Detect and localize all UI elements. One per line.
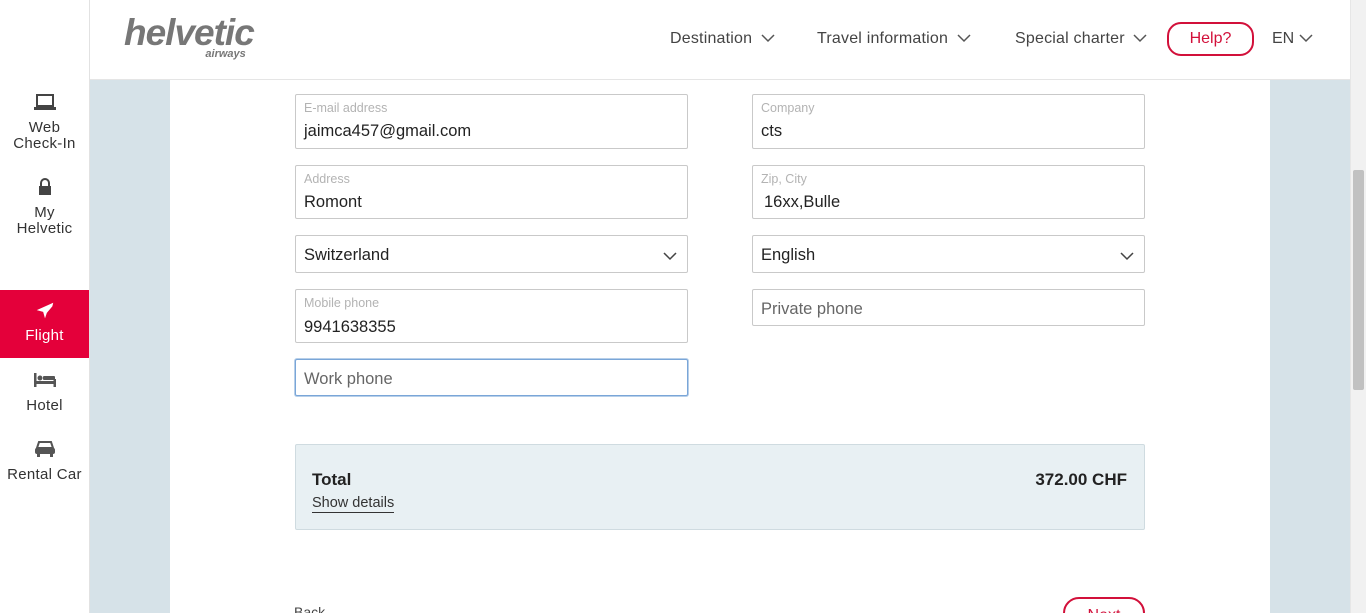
lock-icon <box>0 177 89 197</box>
total-summary: Total 372.00 CHF Show details <box>295 444 1145 530</box>
select-value: English <box>761 246 816 264</box>
field-label: E-mail address <box>304 101 388 115</box>
nav-label: Special charter <box>1015 30 1125 48</box>
nav-label: Travel information <box>817 30 949 48</box>
field-value: cts <box>761 122 783 140</box>
zip-city-field[interactable]: Zip, City 16xx,Bulle <box>752 165 1145 219</box>
field-placeholder: Private phone <box>761 300 863 318</box>
field-value: jaimca457@gmail.com <box>304 122 472 140</box>
work-phone-field[interactable]: Work phone <box>295 359 688 396</box>
total-amount: 372.00 CHF <box>1035 470 1127 489</box>
sidebar-item-label: Check-In <box>13 135 76 152</box>
field-label: Zip, City <box>761 172 807 186</box>
nav-destination[interactable]: Destination <box>670 30 775 48</box>
next-button[interactable]: Next <box>1063 597 1145 613</box>
sidebar-item-label: Hotel <box>26 397 63 414</box>
sidebar-item-label: Helvetic <box>16 220 73 237</box>
plane-icon <box>0 300 89 320</box>
chevron-down-icon <box>1120 248 1134 266</box>
chevron-down-icon <box>663 248 677 266</box>
chevron-down-icon <box>761 30 775 48</box>
field-value: 16xx,Bulle <box>764 193 841 211</box>
language-label: EN <box>1272 30 1295 47</box>
sidebar-item-label: Rental Car <box>7 466 82 483</box>
show-details-link[interactable]: Show details <box>312 495 395 513</box>
sidebar-item-my-helvetic[interactable]: My Helvetic <box>0 177 89 237</box>
field-label: Company <box>761 101 815 115</box>
nav-label: Destination <box>670 30 753 48</box>
logo-subtitle: airways <box>205 48 246 60</box>
sidebar-item-flight[interactable]: Flight <box>0 290 89 358</box>
chevron-down-icon <box>957 30 971 48</box>
sidebar-item-rental-car[interactable]: Rental Car <box>0 439 89 483</box>
private-phone-field[interactable]: Private phone <box>752 289 1145 326</box>
language-selector[interactable]: EN <box>1272 30 1313 48</box>
language-select[interactable]: English <box>752 235 1145 273</box>
nav-travel-information[interactable]: Travel information <box>817 30 971 48</box>
total-label: Total <box>312 470 352 489</box>
company-field[interactable]: Company cts <box>752 94 1145 149</box>
bed-icon <box>0 370 89 390</box>
left-sidebar: Web Check-In My Helvetic Flight Hotel Re… <box>0 0 90 613</box>
select-value: Switzerland <box>304 246 390 264</box>
helvetic-logo[interactable]: helvetic airways <box>124 12 255 61</box>
laptop-icon <box>0 92 89 112</box>
nav-special-charter[interactable]: Special charter <box>1015 30 1147 48</box>
sidebar-item-label: Web <box>28 119 61 136</box>
sidebar-item-web-checkin[interactable]: Web Check-In <box>0 92 89 152</box>
sidebar-item-hotel[interactable]: Hotel <box>0 370 89 414</box>
field-label: Address <box>304 172 350 186</box>
address-field[interactable]: Address Romont <box>295 165 688 219</box>
top-header: helvetic airways Destination Travel info… <box>90 0 1350 80</box>
car-icon <box>0 439 89 459</box>
field-placeholder: Work phone <box>304 370 393 388</box>
page-scrollbar[interactable] <box>1350 0 1366 613</box>
country-select[interactable]: Switzerland <box>295 235 688 273</box>
sidebar-item-label: Flight <box>25 327 64 344</box>
logo-wordmark: helvetic <box>124 12 255 53</box>
back-link[interactable]: Back <box>294 604 325 613</box>
scrollbar-thumb[interactable] <box>1353 170 1364 390</box>
email-field[interactable]: E-mail address jaimca457@gmail.com <box>295 94 688 149</box>
chevron-down-icon <box>1133 30 1147 48</box>
help-button[interactable]: Help? <box>1167 22 1254 56</box>
field-label: Mobile phone <box>304 296 380 310</box>
field-value: 9941638355 <box>304 318 396 336</box>
field-value: Romont <box>304 193 362 211</box>
content-panel <box>170 80 1270 613</box>
chevron-down-icon <box>1299 30 1313 47</box>
mobile-phone-field[interactable]: Mobile phone 9941638355 <box>295 289 688 343</box>
sidebar-item-label: My <box>34 204 55 221</box>
